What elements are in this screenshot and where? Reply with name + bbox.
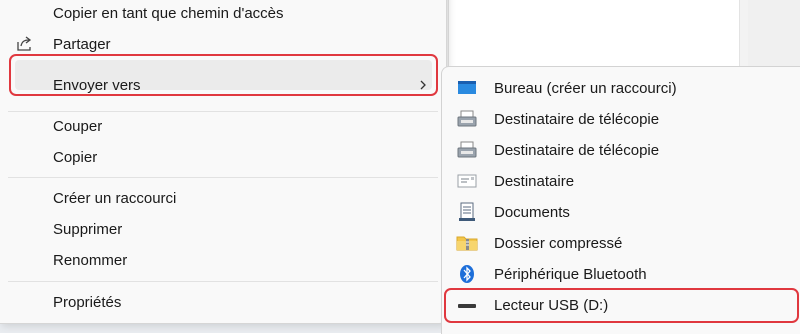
menu-separator: [8, 281, 438, 282]
menu-item-rename[interactable]: Renommer: [8, 245, 438, 275]
menu-item-label: Renommer: [53, 251, 128, 269]
submenu-item-bluetooth[interactable]: Périphérique Bluetooth: [442, 259, 800, 290]
menu-item-label: Propriétés: [53, 293, 122, 311]
fax-icon: [456, 109, 478, 129]
zip-folder-icon: [456, 233, 478, 253]
submenu-item-label: Bureau (créer un raccourci): [494, 80, 677, 97]
submenu-item-fax-recipient[interactable]: Destinataire de télécopie: [442, 104, 800, 135]
fax-icon: [456, 140, 478, 160]
submenu-item-fax-recipient-2[interactable]: Destinataire de télécopie: [442, 135, 800, 166]
submenu-item-label: Destinataire de télécopie: [494, 142, 660, 159]
mail-recipient-icon: [456, 171, 478, 191]
desktop-icon: [456, 78, 478, 98]
menu-item-label: Supprimer: [53, 220, 123, 238]
menu-separator: [8, 177, 438, 178]
bluetooth-icon: [456, 264, 478, 284]
submenu-item-label: Documents: [494, 204, 570, 221]
menu-item-label: Créer un raccourci: [53, 189, 177, 207]
submenu-item-label: Dossier compressé: [494, 235, 623, 252]
menu-item-properties[interactable]: Propriétés: [8, 287, 438, 317]
submenu-item-label: Destinataire de télécopie: [494, 111, 660, 128]
chevron-right-icon: [418, 78, 428, 92]
documents-icon: [456, 202, 478, 222]
menu-item-label: Envoyer vers: [53, 76, 141, 94]
submenu-item-zip-folder[interactable]: Dossier compressé: [442, 228, 800, 259]
menu-item-label: Copier: [53, 148, 98, 166]
background-pane: [448, 0, 740, 70]
menu-item-delete[interactable]: Supprimer: [8, 214, 438, 244]
menu-item-label: Copier en tant que chemin d'accès: [53, 4, 284, 22]
menu-item-cut[interactable]: Couper: [8, 111, 438, 141]
submenu-item-mail-recipient[interactable]: Destinataire: [442, 166, 800, 197]
menu-item-label: Couper: [53, 117, 103, 135]
submenu-item-desktop[interactable]: Bureau (créer un raccourci): [442, 73, 800, 104]
submenu-item-label: Périphérique Bluetooth: [494, 266, 647, 283]
menu-item-send-to[interactable]: Envoyer vers: [8, 70, 438, 100]
context-menu: Copier en tant que chemin d'accès Partag…: [0, 0, 447, 324]
menu-item-copy-path[interactable]: Copier en tant que chemin d'accès: [8, 0, 438, 28]
highlight-frame-usb-drive: [444, 288, 799, 323]
background-rail: [748, 0, 800, 70]
menu-item-create-shortcut[interactable]: Créer un raccourci: [8, 183, 438, 213]
submenu-item-label: Destinataire: [494, 173, 575, 190]
submenu-item-documents[interactable]: Documents: [442, 197, 800, 228]
menu-item-copy[interactable]: Copier: [8, 142, 438, 172]
share-icon: [16, 35, 34, 53]
menu-item-label: Partager: [53, 35, 111, 53]
